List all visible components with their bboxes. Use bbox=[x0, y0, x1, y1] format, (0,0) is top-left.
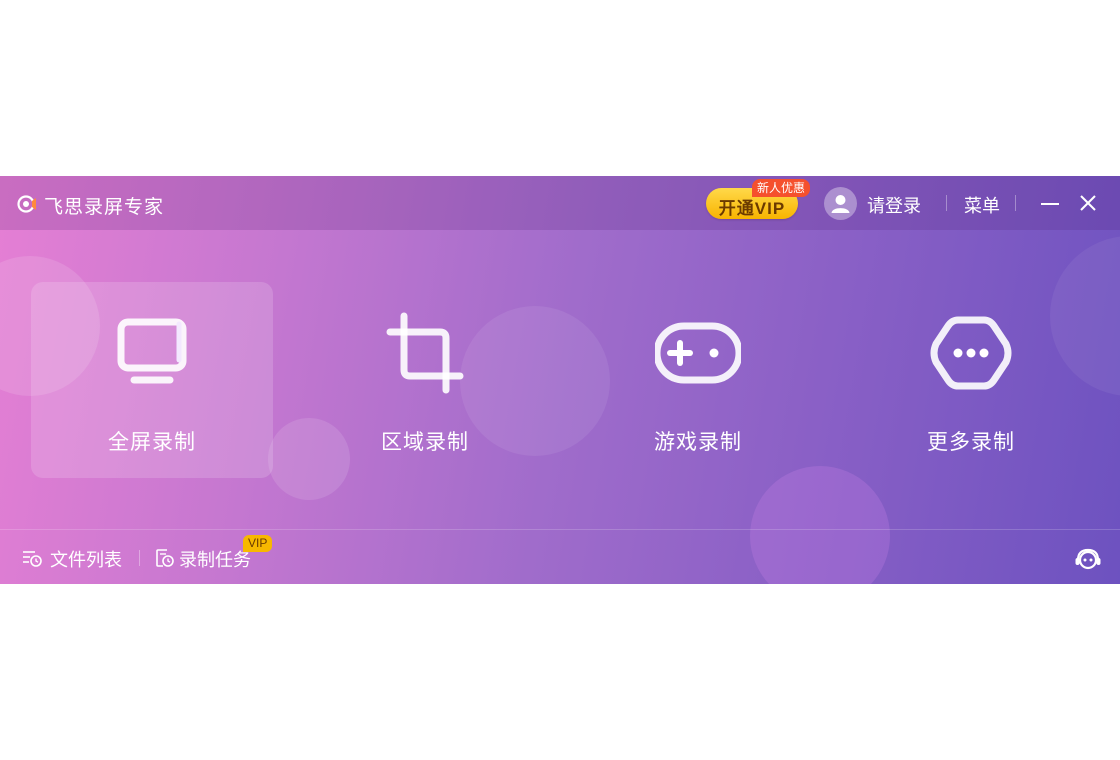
bottom-bar: 文件列表 录制任务 VIP bbox=[0, 529, 1120, 584]
mode-area-record[interactable]: 区域录制 bbox=[304, 282, 546, 478]
record-tasks-button[interactable]: 录制任务 bbox=[155, 530, 255, 584]
close-icon bbox=[1080, 195, 1096, 211]
user-avatar-icon[interactable] bbox=[824, 187, 857, 220]
file-list-button[interactable]: 文件列表 bbox=[22, 530, 132, 584]
title-bar[interactable]: 飞思录屏专家 开通VIP 新人优惠 请登录 菜单 bbox=[0, 176, 1120, 230]
mode-label: 游戏录制 bbox=[654, 431, 742, 454]
close-button[interactable] bbox=[1075, 190, 1101, 216]
recorder-window: 飞思录屏专家 开通VIP 新人优惠 请登录 菜单 全屏录制 区域录制 游戏录制 … bbox=[0, 176, 1120, 584]
minimize-button[interactable] bbox=[1037, 190, 1063, 216]
login-link[interactable]: 请登录 bbox=[867, 192, 921, 218]
promo-badge: 新人优惠 bbox=[752, 179, 811, 197]
mode-label: 更多录制 bbox=[927, 431, 1015, 454]
more-chat-icon bbox=[930, 316, 1012, 390]
file-list-icon bbox=[23, 551, 42, 567]
divider bbox=[946, 195, 947, 211]
record-tasks-icon bbox=[156, 549, 174, 567]
monitor-icon bbox=[117, 318, 187, 384]
divider bbox=[139, 550, 140, 566]
gamepad-icon bbox=[655, 322, 741, 384]
mode-more-record[interactable]: 更多录制 bbox=[850, 282, 1092, 478]
app-logo-icon bbox=[17, 195, 36, 213]
mode-game-record[interactable]: 游戏录制 bbox=[577, 282, 819, 478]
menu-button[interactable]: 菜单 bbox=[964, 192, 1000, 218]
mode-label: 全屏录制 bbox=[108, 431, 196, 454]
mode-fullscreen-record[interactable]: 全屏录制 bbox=[31, 282, 273, 478]
divider bbox=[1015, 195, 1016, 211]
vip-tag: VIP bbox=[243, 535, 273, 552]
crop-icon bbox=[386, 312, 464, 394]
file-list-label: 文件列表 bbox=[50, 550, 122, 570]
customer-service-icon[interactable] bbox=[1074, 546, 1102, 570]
open-vip-label: 开通VIP bbox=[718, 199, 786, 218]
minimize-icon bbox=[1041, 203, 1059, 205]
app-title: 飞思录屏专家 bbox=[44, 197, 165, 218]
record-tasks-label: 录制任务 bbox=[179, 550, 251, 570]
mode-label: 区域录制 bbox=[381, 431, 469, 454]
